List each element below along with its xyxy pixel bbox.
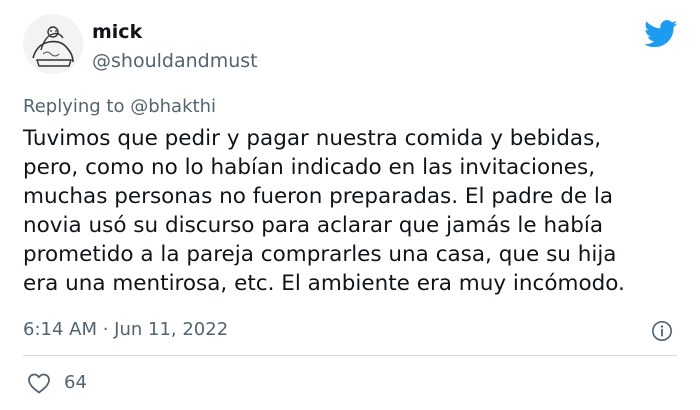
avatar-illustration xyxy=(23,14,83,74)
tweet-timestamp[interactable]: 6:14 AM · Jun 11, 2022 xyxy=(23,319,228,341)
replying-to-label: Replying to xyxy=(23,96,125,117)
twitter-bird-icon[interactable] xyxy=(644,20,678,48)
tweet-text: Tuvimos que pedir y pagar nuestra comida… xyxy=(23,124,688,298)
tweet-text-line: muchas personas no fueron preparadas. El… xyxy=(23,184,614,209)
tweet-text-line: Tuvimos que pedir y pagar nuestra comida… xyxy=(23,126,602,151)
tweet-card: mick @shouldandmust Replying to @bhakthi… xyxy=(0,0,700,410)
info-icon[interactable] xyxy=(651,320,673,342)
author-handle[interactable]: @shouldandmust xyxy=(92,50,258,72)
tweet-text-line: pero, como no lo habían indicado en las … xyxy=(23,155,596,180)
avatar[interactable] xyxy=(23,14,83,74)
like-count[interactable]: 64 xyxy=(64,372,87,394)
replying-to: Replying to @bhakthi xyxy=(23,96,216,118)
tweet-text-line: era una mentirosa, etc. El ambiente era … xyxy=(23,271,625,296)
heart-icon[interactable] xyxy=(27,372,51,394)
tweet-text-line: novia usó su discurso para aclarar que j… xyxy=(23,213,604,238)
tweet-text-line: prometido a la pareja comprarles una cas… xyxy=(23,242,617,267)
replying-to-user-link[interactable]: @bhakthi xyxy=(130,96,216,117)
divider xyxy=(23,355,677,356)
author-display-name[interactable]: mick xyxy=(92,21,142,43)
